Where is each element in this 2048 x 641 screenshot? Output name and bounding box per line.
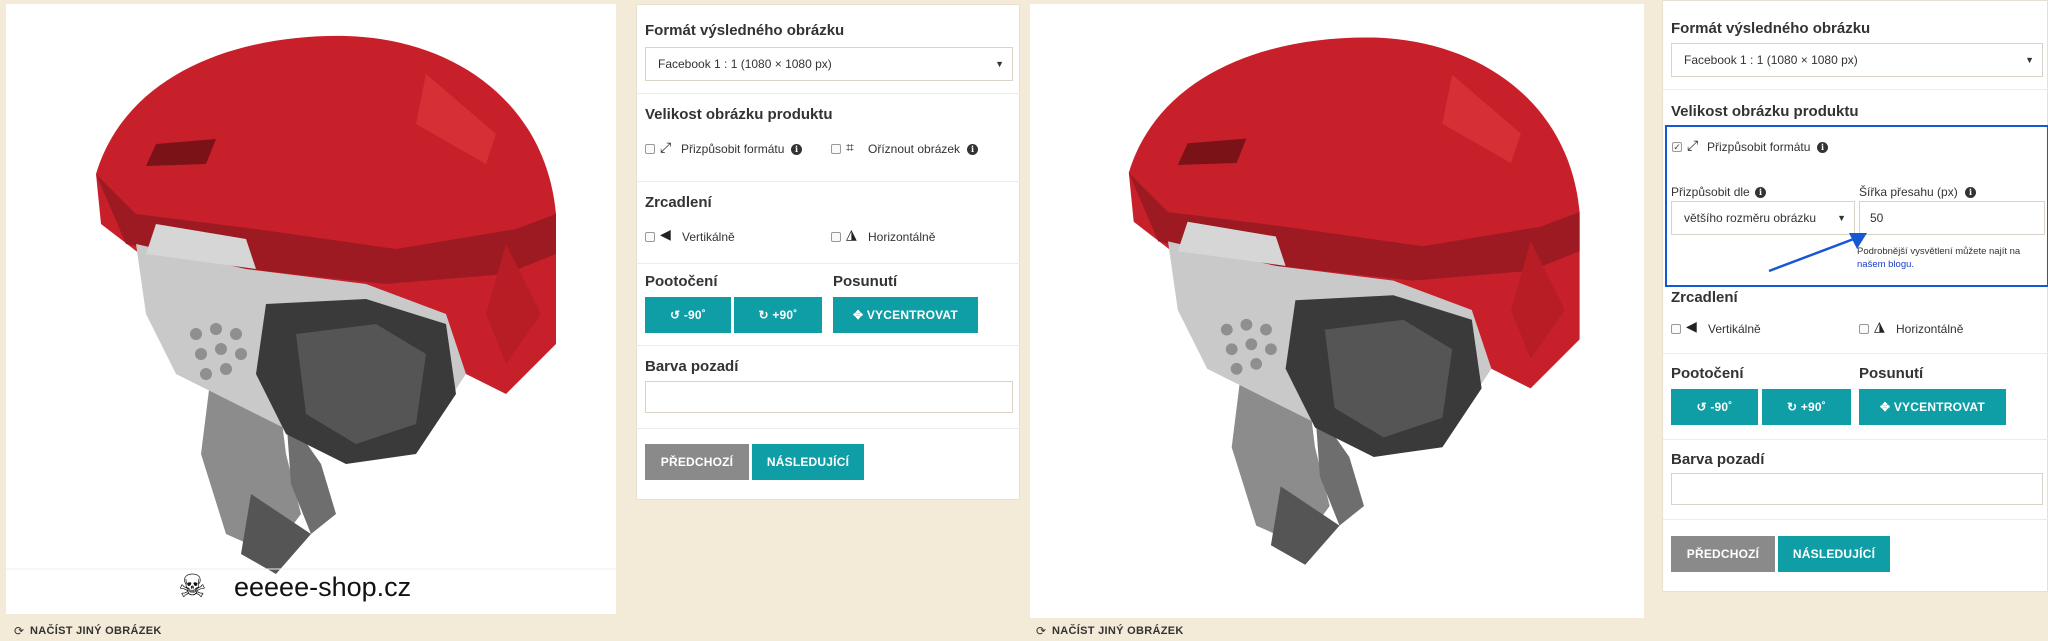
info-icon[interactable]: i [791, 144, 802, 155]
shift-title: Posunutí [833, 273, 898, 290]
vertical-checkbox[interactable] [645, 232, 655, 242]
vertical-checkbox[interactable] [1671, 324, 1681, 334]
shift-title: Posunutí [1859, 365, 1924, 382]
fit-by-label: Přizpůsobit dle [1671, 185, 1750, 199]
right-image-preview [1030, 4, 1644, 618]
rotate-ccw-icon: ↺ [1696, 400, 1711, 414]
center-button[interactable]: ✥ VYCENTROVAT [1859, 389, 2006, 425]
flip-vertical-icon: ◀ [660, 226, 671, 242]
bg-color-title: Barva pozadí [645, 358, 739, 375]
overlap-label: Šířka přesahu (px) [1859, 185, 1958, 199]
crop-checkbox[interactable] [831, 144, 841, 154]
rotate-left-button[interactable]: ↺ -90˚ [1671, 389, 1758, 425]
format-title: Formát výsledného obrázku [645, 22, 845, 39]
rotate-ccw-icon: ↺ [670, 308, 684, 322]
expand-arrows-icon: ⤢ [1687, 137, 1699, 153]
chevron-down-icon: ▼ [2025, 55, 2034, 65]
rotate-cw-icon: ↻ [1787, 400, 1801, 414]
format-select[interactable]: Facebook 1 : 1 (1080 × 1080 px) ▼ [645, 47, 1013, 81]
flip-horizontal-icon: ◮ [1874, 318, 1885, 334]
annotation-arrow [1768, 233, 1867, 273]
bg-color-title: Barva pozadí [1671, 451, 1765, 468]
flip-vertical-icon: ◀ [1686, 318, 1697, 334]
center-button[interactable]: ✥ VYCENTROVAT [833, 297, 978, 333]
rotation-title: Pootočení [1671, 365, 1744, 382]
left-image-preview [6, 4, 616, 614]
format-select[interactable]: Facebook 1 : 1 (1080 × 1080 px) ▼ [1671, 43, 2043, 77]
crop-icon: ⌗ [846, 139, 854, 155]
size-title: Velikost obrázku produktu [645, 106, 833, 123]
fit-checkbox[interactable]: ✓ [1672, 142, 1682, 152]
mirror-title: Zrcadlení [645, 194, 712, 211]
bg-color-input[interactable] [645, 381, 1013, 413]
info-icon[interactable]: i [1965, 187, 1976, 198]
next-button[interactable]: NÁSLEDUJÍCÍ [1778, 536, 1890, 572]
prev-button[interactable]: PŘEDCHOZÍ [645, 444, 749, 480]
crop-label: Oříznout obrázek [868, 142, 961, 156]
horizontal-checkbox[interactable] [1859, 324, 1869, 334]
info-icon[interactable]: i [967, 144, 978, 155]
center-arrows-icon: ✥ [853, 308, 867, 322]
vertical-label: Vertikálně [682, 230, 735, 244]
helmet-image [6, 35, 616, 574]
vertical-label: Vertikálně [1708, 322, 1761, 336]
info-icon[interactable]: i [1755, 187, 1766, 198]
bg-color-input[interactable] [1671, 473, 2043, 505]
rotate-right-button[interactable]: ↻ +90˚ [734, 297, 822, 333]
size-title: Velikost obrázku produktu [1671, 103, 1859, 120]
info-icon[interactable]: i [1817, 142, 1828, 153]
left-settings-panel: Formát výsledného obrázku Facebook 1 : 1… [636, 4, 1021, 500]
expand-arrows-icon: ⤢ [660, 139, 672, 155]
prev-button[interactable]: PŘEDCHOZÍ [1671, 536, 1775, 572]
chevron-down-icon: ▼ [995, 59, 1004, 69]
format-title: Formát výsledného obrázku [1671, 20, 1871, 37]
refresh-icon[interactable]: ⟳ [1036, 624, 1046, 638]
hint-text: Podrobnější vysvětlení můžete najít na n… [1857, 246, 2021, 270]
load-image-link[interactable]: NAČÍST JINÝ OBRÁZEK [1052, 625, 1184, 637]
fit-label: Přizpůsobit formátu [681, 142, 785, 156]
rotate-left-button[interactable]: ↺ -90˚ [645, 297, 731, 333]
right-settings-panel: Formát výsledného obrázku Facebook 1 : 1… [1662, 0, 2048, 592]
rotate-right-button[interactable]: ↻ +90˚ [1762, 389, 1851, 425]
shop-brand: eeeee-shop.cz [234, 572, 412, 602]
rotate-cw-icon: ↻ [758, 308, 773, 322]
fit-checkbox[interactable] [645, 144, 655, 154]
helmet-image [1128, 37, 1580, 565]
refresh-icon[interactable]: ⟳ [14, 624, 24, 638]
next-button[interactable]: NÁSLEDUJÍCÍ [752, 444, 864, 480]
center-arrows-icon: ✥ [1880, 400, 1894, 414]
horizontal-label: Horizontálně [1896, 322, 1964, 336]
horizontal-label: Horizontálně [868, 230, 936, 244]
rotation-title: Pootočení [645, 273, 718, 290]
overlap-input[interactable]: 50 [1859, 201, 2045, 235]
horizontal-checkbox[interactable] [831, 232, 841, 242]
fit-label: Přizpůsobit formátu [1707, 140, 1811, 154]
skull-icon: ☠ [178, 568, 207, 604]
flip-horizontal-icon: ◮ [846, 226, 857, 242]
mirror-title: Zrcadlení [1671, 289, 1738, 306]
load-image-link[interactable]: NAČÍST JINÝ OBRÁZEK [30, 625, 162, 637]
